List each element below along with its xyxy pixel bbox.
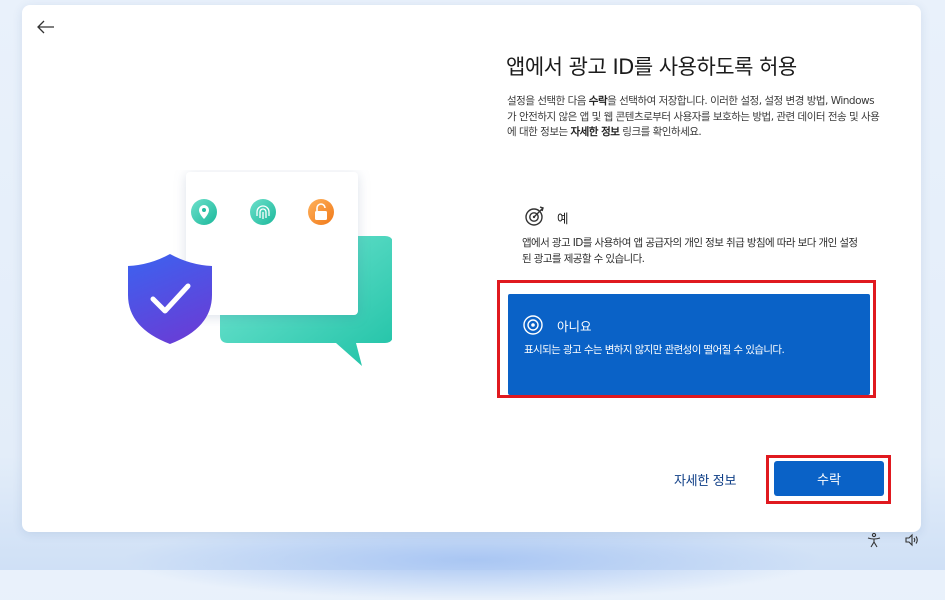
location-icon <box>191 199 217 225</box>
option-no-description: 표시되는 광고 수는 변하지 않지만 관련성이 떨어질 수 있습니다. <box>524 344 785 356</box>
arrow-left-icon <box>37 20 54 34</box>
option-yes-label: 예 <box>557 211 569 226</box>
oobe-dialog: 앱에서 광고 ID를 사용하도록 허용 설정을 선택한 다음 수락을 선택하여 … <box>22 5 921 532</box>
more-info-inline: 자세한 정보 <box>570 126 620 138</box>
more-info-link[interactable]: 자세한 정보 <box>674 470 736 489</box>
option-yes[interactable]: 예 앱에서 광고 ID를 사용하여 앱 공급자의 개인 정보 취급 방침에 따라… <box>519 203 869 283</box>
lock-icon <box>308 199 334 225</box>
page-title: 앱에서 광고 ID를 사용하도록 허용 <box>506 55 797 79</box>
option-no-label: 아니요 <box>557 319 592 334</box>
option-no[interactable]: 아니요 표시되는 광고 수는 변하지 않지만 관련성이 떨어질 수 있습니다. <box>508 294 870 395</box>
fingerprint-icon <box>250 199 276 225</box>
radio-selected-icon <box>522 314 544 340</box>
accessibility-icon[interactable] <box>866 532 882 552</box>
back-button[interactable] <box>32 13 60 41</box>
background-glow <box>120 520 825 600</box>
privacy-illustration <box>102 170 393 370</box>
target-icon <box>524 205 546 231</box>
option-yes-description: 앱에서 광고 ID를 사용하여 앱 공급자의 개인 정보 취급 방침에 따라 보… <box>522 237 858 265</box>
accept-button[interactable]: 수락 <box>774 461 884 496</box>
shield-check-icon <box>128 254 212 344</box>
system-tray <box>866 532 920 552</box>
volume-icon[interactable] <box>904 532 920 552</box>
page-description: 설정을 선택한 다음 수락을 선택하여 저장합니다. 이러한 설정, 설정 변경… <box>507 95 880 138</box>
